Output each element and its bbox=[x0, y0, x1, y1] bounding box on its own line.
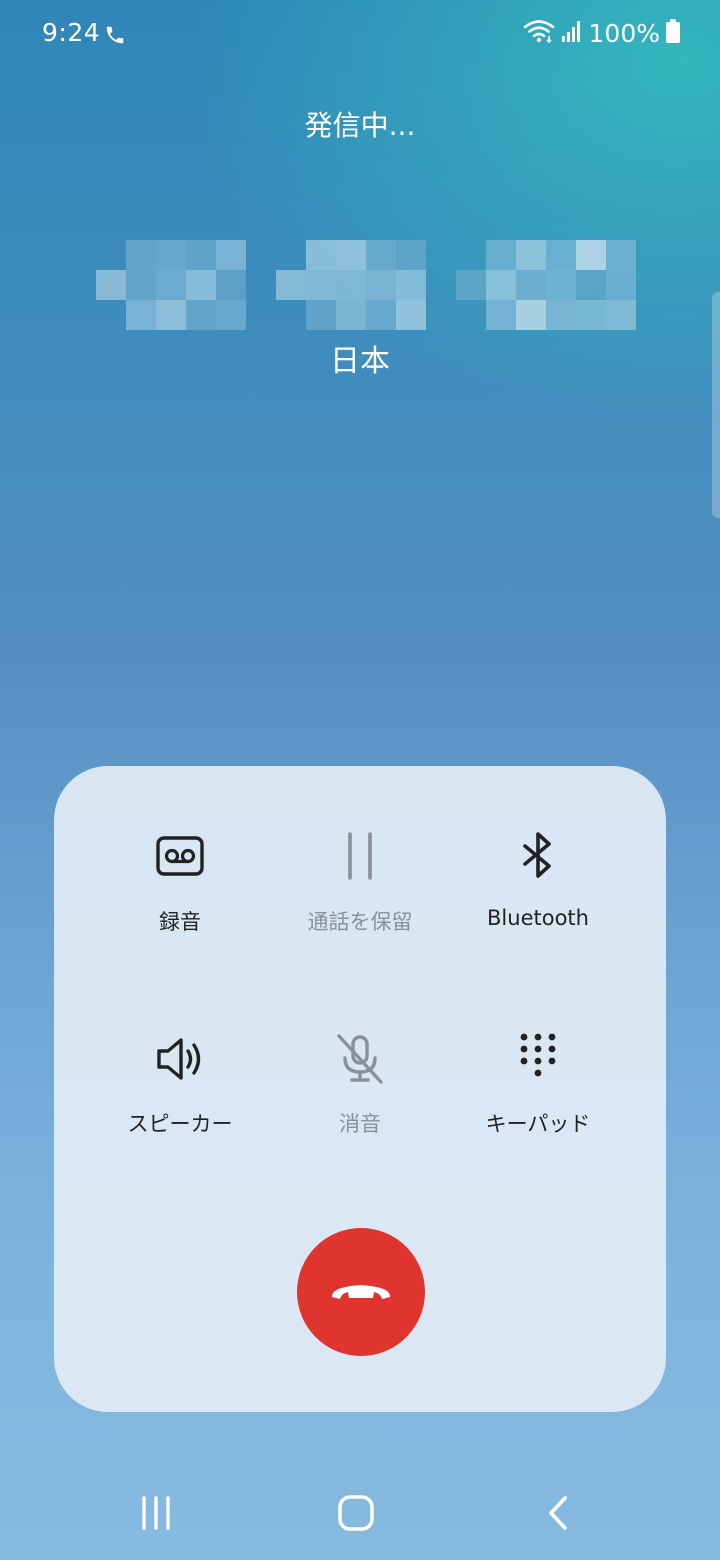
mute-button[interactable]: 消音 bbox=[270, 1032, 450, 1182]
recent-apps-button[interactable] bbox=[126, 1490, 186, 1540]
voicemail-icon bbox=[153, 830, 207, 884]
record-label: 録音 bbox=[159, 910, 201, 934]
speaker-label: スピーカー bbox=[127, 1112, 233, 1136]
home-button[interactable] bbox=[326, 1490, 386, 1540]
bluetooth-label: Bluetooth bbox=[487, 906, 589, 930]
wifi-icon bbox=[523, 18, 555, 48]
pause-icon bbox=[333, 830, 387, 884]
battery-icon bbox=[666, 19, 680, 47]
recent-apps-icon bbox=[139, 1495, 173, 1535]
battery-percent: 100% bbox=[588, 18, 660, 48]
record-button[interactable]: 録音 bbox=[90, 830, 270, 980]
keypad-label: キーパッド bbox=[485, 1112, 591, 1136]
status-time: 9:24 bbox=[42, 18, 101, 47]
signal-icon bbox=[561, 19, 583, 47]
phone-call-icon bbox=[104, 24, 126, 46]
speaker-button[interactable]: スピーカー bbox=[90, 1032, 270, 1182]
status-icons: 100% bbox=[523, 18, 680, 48]
hold-button[interactable]: 通話を保留 bbox=[270, 830, 450, 980]
speaker-icon bbox=[153, 1032, 207, 1086]
keypad-button[interactable]: キーパッド bbox=[448, 1032, 628, 1182]
back-button[interactable] bbox=[528, 1490, 588, 1540]
dialpad-icon bbox=[511, 1032, 565, 1086]
mic-off-icon bbox=[333, 1032, 387, 1086]
mute-label: 消音 bbox=[339, 1112, 381, 1136]
call-controls-panel: 録音 通話を保留 Bluetooth スピーカー 消音 キーパッド bbox=[54, 766, 666, 1412]
edge-panel-handle[interactable] bbox=[712, 292, 720, 518]
end-call-button[interactable] bbox=[297, 1228, 425, 1356]
call-country: 日本 bbox=[330, 344, 390, 379]
status-bar: 9:24 100% bbox=[0, 0, 720, 72]
redacted-phone-number bbox=[96, 240, 636, 330]
back-icon bbox=[545, 1495, 571, 1535]
hold-label: 通話を保留 bbox=[307, 910, 413, 934]
navigation-bar bbox=[0, 1470, 720, 1560]
home-icon bbox=[337, 1494, 375, 1536]
bluetooth-button[interactable]: Bluetooth bbox=[448, 830, 628, 980]
end-call-icon bbox=[326, 1273, 396, 1312]
bluetooth-icon bbox=[511, 830, 565, 884]
call-status: 発信中... bbox=[304, 109, 416, 142]
